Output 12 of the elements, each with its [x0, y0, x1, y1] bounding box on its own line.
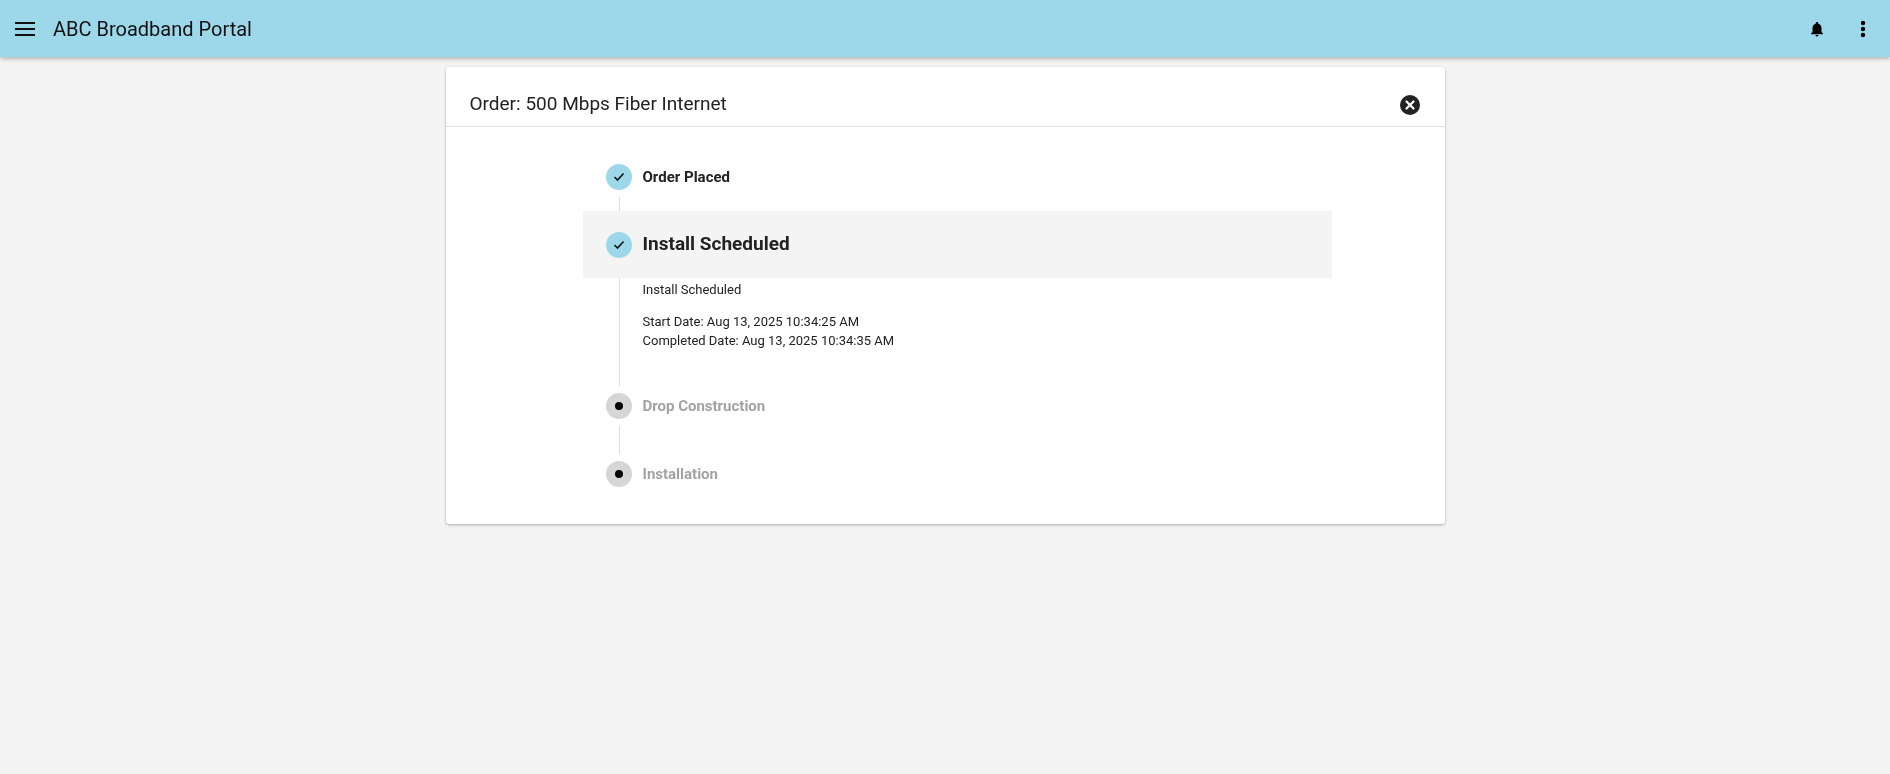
card-title: Order: 500 Mbps Fiber Internet [469, 91, 727, 118]
app-title: ABC Broadband Portal [53, 15, 252, 43]
step-row-highlight[interactable]: Install Scheduled [582, 211, 1332, 278]
more-options-icon[interactable] [1860, 18, 1866, 39]
step-label: Drop Construction [642, 395, 766, 417]
close-icon[interactable] [1398, 93, 1421, 116]
step-date-text: Completed Date: Aug 13, 2025 10:34:35 AM [642, 332, 896, 350]
step-date-text: Start Date: Aug 13, 2025 10:34:25 AM [642, 313, 860, 331]
step-label: Installation [642, 463, 718, 485]
step-label: Order Placed [642, 166, 730, 188]
step-label: Install Scheduled [642, 231, 790, 258]
step-detail-text: Install Scheduled [642, 281, 743, 299]
